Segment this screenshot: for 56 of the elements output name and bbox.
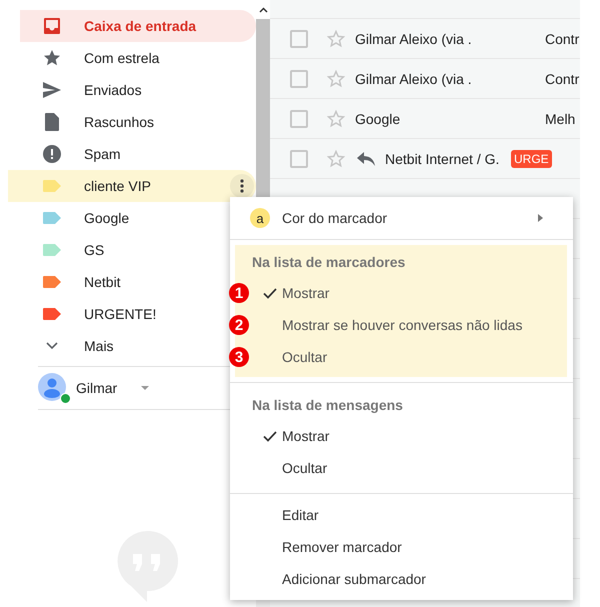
- subject-text: Melh: [545, 110, 576, 126]
- sidebar-item[interactable]: cliente VIP: [8, 170, 256, 202]
- sidebar-item[interactable]: URGENTE!: [20, 298, 226, 330]
- checkbox[interactable]: [290, 110, 308, 128]
- dots-icon: [240, 179, 244, 193]
- menu-option[interactable]: Ocultar: [253, 452, 567, 484]
- sidebar-item[interactable]: Rascunhos: [20, 106, 226, 138]
- more-item[interactable]: Mais: [20, 330, 226, 362]
- sidebar-item[interactable]: Enviados: [20, 74, 226, 106]
- sender-name: Gilmar Aleixo (via .: [355, 30, 473, 46]
- star-icon[interactable]: [327, 30, 345, 48]
- sidebar-item[interactable]: Google: [20, 202, 226, 234]
- star-icon: [43, 49, 61, 67]
- menu-option[interactable]: Mostrar: [253, 277, 567, 309]
- caret-icon[interactable]: [141, 386, 150, 390]
- sidebar-item[interactable]: Spam: [20, 138, 226, 170]
- menu-item[interactable]: Remover marcador: [230, 531, 573, 563]
- alert-icon: [43, 145, 61, 163]
- menu-option[interactable]: Ocultar: [253, 341, 567, 373]
- scroll-up-icon[interactable]: [258, 6, 268, 12]
- menu-option[interactable]: Mostrar se houver conversas não lidas: [253, 309, 567, 341]
- star-icon[interactable]: [327, 70, 345, 88]
- sidebar-item[interactable]: Netbit: [20, 266, 226, 298]
- section-heading: Na lista de marcadores: [251, 253, 406, 272]
- step-number-badge: 2: [229, 315, 249, 335]
- section-heading: Na lista de mensagens: [251, 396, 404, 415]
- more-options-button[interactable]: [230, 174, 254, 198]
- menu-option[interactable]: Mostrar: [253, 420, 567, 452]
- account-name[interactable]: Gilmar: [76, 380, 118, 396]
- send-icon: [43, 82, 61, 98]
- reply-icon: [357, 152, 375, 166]
- chevron-down-icon: [46, 342, 58, 350]
- checkbox[interactable]: [290, 150, 308, 168]
- inbox-icon: [43, 17, 61, 35]
- step-number-badge: 1: [229, 283, 249, 303]
- step-number-badge: 3: [229, 347, 249, 367]
- sidebar-item[interactable]: Caixa de entrada: [20, 10, 256, 42]
- avatar-icon[interactable]: [38, 373, 66, 401]
- subject-text: Contr: [545, 30, 580, 46]
- menu-item[interactable]: Editar: [230, 499, 573, 531]
- sender-name: Gilmar Aleixo (via .: [355, 70, 473, 86]
- color-badge: a: [250, 208, 270, 228]
- sidebar-item[interactable]: GS: [20, 234, 226, 266]
- document-icon: [45, 113, 59, 131]
- star-icon[interactable]: [327, 110, 345, 128]
- sender-name: Google: [355, 110, 402, 126]
- sidebar-item[interactable]: Com estrela: [20, 42, 226, 74]
- sender-name: Netbit Internet / G.: [385, 150, 500, 166]
- subject-text: Contr: [545, 70, 580, 86]
- menu-item[interactable]: a Cor do marcador: [230, 202, 573, 234]
- submenu-arrow-icon: [538, 214, 543, 222]
- checkbox[interactable]: [290, 30, 308, 48]
- label-tag: URGE: [511, 150, 552, 168]
- star-icon[interactable]: [327, 150, 345, 168]
- menu-item[interactable]: Adicionar submarcador: [230, 563, 573, 595]
- checkbox[interactable]: [290, 70, 308, 88]
